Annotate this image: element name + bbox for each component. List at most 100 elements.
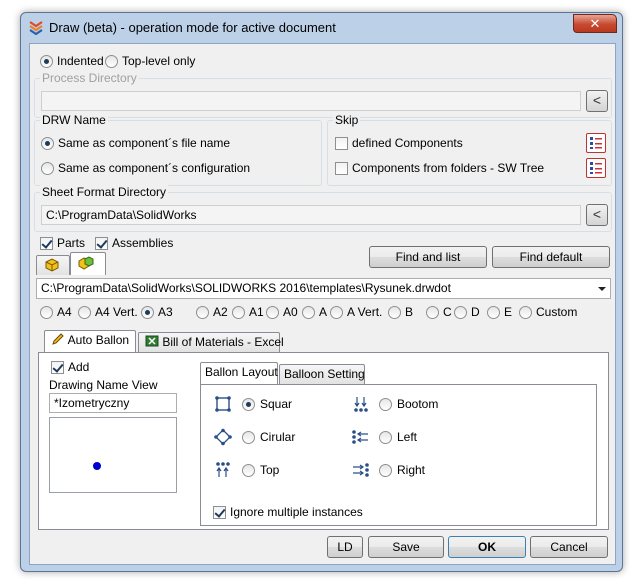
add-label: Add [68, 360, 90, 374]
tab-assembly-icon[interactable] [70, 252, 106, 275]
sheet-size-radio-a4-vert-[interactable] [78, 306, 91, 319]
sheet-size-radio-a1[interactable] [232, 306, 245, 319]
tab-bom-excel[interactable]: Bill of Materials - Excel [138, 332, 284, 352]
parts-checkbox[interactable] [40, 237, 53, 250]
process-directory-input[interactable] [41, 91, 581, 111]
layout-squar-label: Squar [260, 397, 293, 411]
drw-name-config-radio[interactable] [41, 162, 54, 175]
save-button[interactable]: Save [368, 536, 444, 558]
process-directory-group: Process Directory < [34, 71, 612, 118]
sheet-size-radio-custom[interactable] [519, 306, 532, 319]
find-default-button[interactable]: Find default [492, 246, 610, 268]
sheet-format-label: Sheet Format Directory [40, 185, 169, 199]
tab-part-icon[interactable] [36, 255, 70, 275]
layout-left-radio[interactable] [379, 431, 392, 444]
circular-layout-icon [214, 428, 232, 446]
layout-top-label: Top [260, 463, 280, 477]
ignore-multiple-checkbox[interactable] [213, 506, 226, 519]
close-button[interactable]: ✕ [573, 14, 617, 33]
chevron-left-icon: < [592, 206, 602, 222]
ignore-multiple-label: Ignore multiple instances [230, 505, 363, 519]
tab-auto-ballon[interactable]: Auto Ballon [44, 330, 136, 353]
window-title: Draw (beta) - operation mode for active … [49, 20, 336, 35]
sheet-size-label: C [443, 305, 452, 319]
assemblies-label: Assemblies [112, 236, 174, 250]
template-path-value: C:\ProgramData\SolidWorks\SOLIDWORKS 201… [41, 281, 451, 295]
layout-bootom-radio[interactable] [379, 398, 392, 411]
sheet-size-label: A1 [249, 305, 264, 319]
part-icon [45, 258, 59, 272]
sheet-size-radio-a4[interactable] [40, 306, 53, 319]
sheet-size-label: D [471, 305, 480, 319]
preview-dot [93, 462, 101, 470]
sheet-size-radio-c[interactable] [426, 306, 439, 319]
tab-bom-excel-label: Bill of Materials - Excel [162, 335, 284, 349]
skip-defined-checkbox[interactable] [335, 137, 348, 150]
assembly-icon [78, 256, 94, 270]
sheet-size-label: A Vert. [347, 305, 383, 319]
sheet-size-radio-b[interactable] [388, 306, 401, 319]
skip-folders-checkbox[interactable] [335, 162, 348, 175]
chevron-down-icon [598, 287, 606, 291]
drawing-name-view-input[interactable]: *Izometryczny [49, 393, 177, 413]
folders-list-button[interactable] [586, 158, 606, 178]
process-directory-browse-button[interactable]: < [586, 90, 608, 112]
skip-label: Skip [333, 113, 361, 127]
layout-right-label: Right [397, 463, 426, 477]
ok-button[interactable]: OK [448, 536, 526, 558]
pencil-icon [52, 333, 64, 345]
drw-name-file-radio[interactable] [41, 137, 54, 150]
sheet-size-label: B [405, 305, 414, 319]
cancel-button[interactable]: Cancel [530, 536, 608, 558]
tab-ballon-layout[interactable]: Ballon Layout [200, 362, 278, 385]
top-level-radio[interactable] [105, 55, 118, 68]
drw-name-group: DRW Name Same as component´s file name S… [34, 113, 322, 186]
layout-right-radio[interactable] [379, 464, 392, 477]
left-layout-icon [352, 430, 368, 444]
sheet-size-radio-d[interactable] [454, 306, 467, 319]
drw-name-config-label: Same as component´s configuration [58, 161, 251, 175]
skip-folders-label: Components from folders - SW Tree [352, 161, 545, 175]
process-directory-label: Process Directory [40, 71, 139, 85]
sheet-size-radio-a-vert-[interactable] [330, 306, 343, 319]
title-bar[interactable]: Draw (beta) - operation mode for active … [21, 13, 622, 41]
sheet-size-radio-a3[interactable] [141, 306, 154, 319]
sheet-size-radio-a0[interactable] [266, 306, 279, 319]
ld-button[interactable]: LD [327, 536, 363, 558]
find-and-list-button[interactable]: Find and list [369, 246, 487, 268]
add-checkbox[interactable] [51, 361, 64, 374]
sheet-size-label: Custom [536, 305, 578, 319]
sheet-size-radio-e[interactable] [487, 306, 500, 319]
assemblies-checkbox[interactable] [95, 237, 108, 250]
sheet-format-input[interactable]: C:\ProgramData\SolidWorks [41, 205, 581, 225]
sheet-size-radio-a2[interactable] [196, 306, 209, 319]
sheet-size-label: E [504, 305, 513, 319]
excel-icon [145, 335, 159, 347]
layout-squar-radio[interactable] [242, 398, 255, 411]
drw-name-label: DRW Name [40, 113, 108, 127]
template-path-combo[interactable]: C:\ProgramData\SolidWorks\SOLIDWORKS 201… [36, 278, 611, 299]
sheet-size-radio-a[interactable] [302, 306, 315, 319]
layout-top-radio[interactable] [242, 464, 255, 477]
defined-list-button[interactable] [586, 133, 606, 153]
auto-ballon-panel: Add Drawing Name View *Izometryczny Ball… [38, 352, 609, 530]
sheet-size-label: A0 [283, 305, 298, 319]
sheet-size-label: A [319, 305, 328, 319]
sheet-size-label: A3 [158, 305, 173, 319]
sheet-size-label: A4 [57, 305, 72, 319]
tab-balloon-setting[interactable]: Balloon Setting [279, 364, 365, 384]
parts-label: Parts [57, 236, 86, 250]
indented-radio[interactable] [40, 55, 53, 68]
tab-ballon-layout-label: Ballon Layout [205, 365, 278, 379]
tab-balloon-setting-label: Balloon Setting [284, 367, 365, 381]
dialog-window: Draw (beta) - operation mode for active … [20, 12, 623, 572]
bottom-layout-icon [354, 397, 368, 412]
view-preview [49, 417, 177, 493]
top-layout-icon [216, 462, 230, 477]
drw-name-file-label: Same as component´s file name [58, 136, 231, 150]
list-icon [590, 137, 602, 149]
sheet-format-browse-button[interactable]: < [586, 204, 608, 226]
layout-cirular-radio[interactable] [242, 431, 255, 444]
drawing-name-view-label: Drawing Name View [49, 378, 158, 392]
indented-label: Indented [57, 54, 104, 68]
